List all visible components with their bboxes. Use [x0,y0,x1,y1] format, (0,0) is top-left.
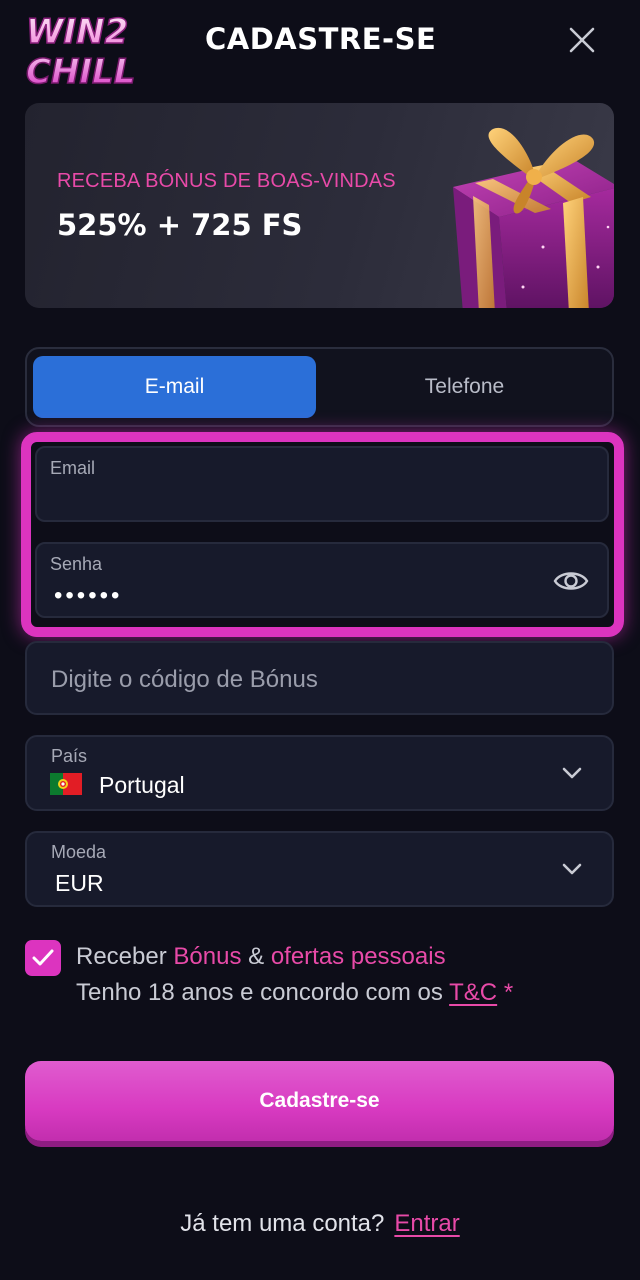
signup-method-tabs: E-mail Telefone [25,347,614,427]
tab-email[interactable]: E-mail [33,356,316,418]
required-mark: * [503,979,514,1006]
terms-link[interactable]: T&C [449,979,497,1006]
close-button[interactable] [566,24,598,56]
check-icon [32,949,54,966]
country-select[interactable]: País Portugal [25,735,614,811]
tab-telefone[interactable]: Telefone [323,356,606,418]
password-field[interactable]: Senha •••••• [35,542,609,618]
email-field[interactable]: Email [35,446,609,522]
login-link[interactable]: Entrar [394,1210,459,1237]
login-question: Já tem uma conta? [180,1210,385,1237]
email-label: Email [50,458,96,478]
banner-offer: 525% + 725 FS [57,208,303,242]
consent-line-age: Tenho 18 anos e concordo com os T&C * [76,979,513,1007]
currency-select[interactable]: Moeda EUR [25,831,614,907]
consent-checkbox[interactable] [25,940,61,976]
show-password-button[interactable] [553,566,589,596]
header: WIN2 CHILL CADASTRE-SE [0,0,640,90]
country-value: Portugal [99,772,185,798]
password-label: Senha [50,554,103,574]
portugal-flag-icon [50,773,82,795]
password-value: •••••• [54,582,123,609]
consent-block: Receber Bónus & ofertas pessoais Tenho 1… [25,940,615,1010]
country-label: País [51,746,88,766]
consent-amp: & [248,943,265,970]
age-text: Tenho 18 anos e concordo com os [76,979,443,1006]
currency-value: EUR [55,870,104,896]
consent-line-offers: Receber Bónus & ofertas pessoais [76,943,446,971]
banner-subtitle: RECEBA BÓNUS DE BOAS-VINDAS [57,170,396,192]
chevron-down-icon[interactable] [561,861,583,877]
logo-line1: WIN2 [26,12,128,52]
eye-icon [553,572,589,590]
currency-label: Moeda [51,842,107,862]
personal-offers-link[interactable]: ofertas pessoais [271,943,446,970]
consent-prefix: Receber [76,943,167,970]
login-prompt: Já tem uma conta? Entrar [0,1210,640,1238]
bonus-code-placeholder: Digite o código de Bónus [51,666,318,693]
win2chill-logo: WIN2 CHILL [24,10,156,88]
bonus-code-input[interactable]: Digite o código de Bónus [25,641,614,715]
bonus-link[interactable]: Bónus [173,943,241,970]
logo-line2: CHILL [26,52,135,88]
signup-submit-button[interactable]: Cadastre-se [25,1061,614,1141]
chevron-down-icon[interactable] [561,765,583,781]
page-title: CADASTRE-SE [205,22,437,56]
close-icon [569,27,595,53]
gift-image [423,117,614,308]
welcome-bonus-banner: RECEBA BÓNUS DE BOAS-VINDAS 525% + 725 F… [25,103,614,308]
